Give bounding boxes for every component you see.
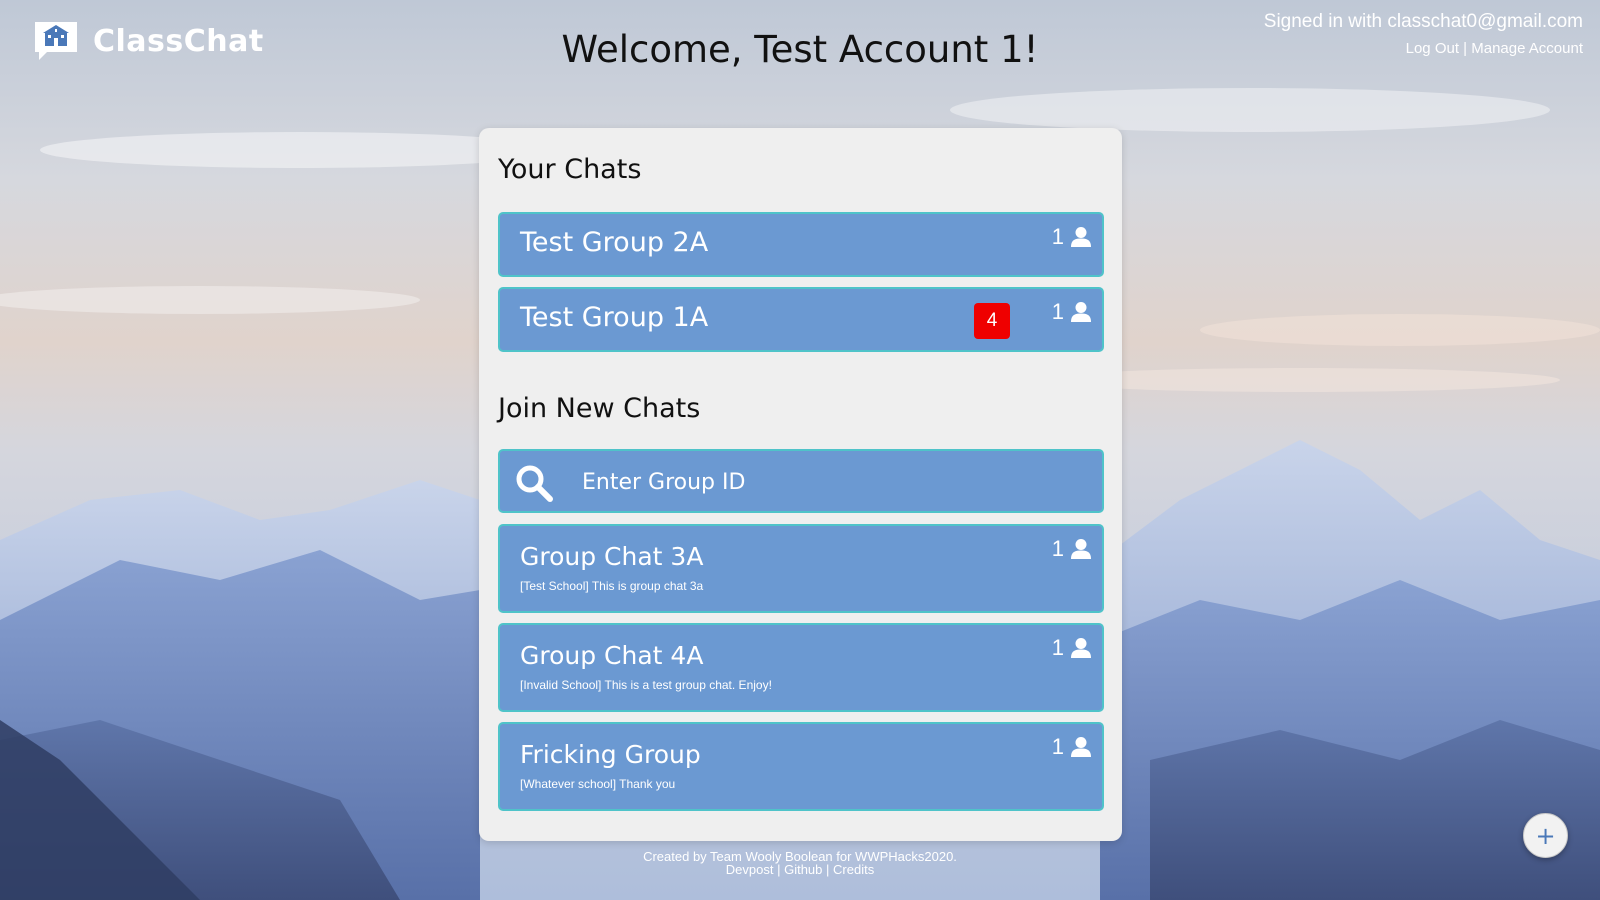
chat-item-group-chat-3a[interactable]: Group Chat 3A [Test School] This is grou… [498,524,1104,613]
chat-description: [Whatever school] Thank you [520,777,676,791]
github-link[interactable]: Github [784,862,822,877]
account-panel: Signed in with classchat0@gmail.com Log … [1264,10,1583,60]
chat-item-test-group-2a[interactable]: Test Group 2A 1 [498,212,1104,277]
logout-link[interactable]: Log Out [1406,40,1459,57]
member-count-value: 1 [1051,734,1064,759]
chat-description: [Test School] This is group chat 3a [520,579,704,593]
member-count-value: 1 [1051,635,1064,660]
account-links: Log Out | Manage Account [1264,38,1583,60]
footer-separator: | [777,862,781,877]
footer: Created by Team Wooly Boolean for WWPHac… [0,850,1600,876]
chat-name: Test Group 1A [520,302,709,333]
add-chat-button[interactable]: + [1523,813,1568,858]
member-count: 1 [1052,635,1092,661]
member-count-value: 1 [1051,299,1064,324]
your-chats-title: Your Chats [498,154,642,185]
footer-links: Devpost | Github | Credits [0,863,1600,876]
manage-account-link[interactable]: Manage Account [1471,40,1583,57]
chat-name: Test Group 2A [520,227,709,258]
chat-name: Fricking Group [520,740,701,769]
user-icon [1071,539,1091,559]
member-count: 1 [1052,536,1092,562]
chat-name: Group Chat 4A [520,641,704,670]
member-count: 1 [1052,224,1092,250]
user-icon [1071,227,1091,247]
user-icon [1071,737,1091,757]
member-count: 1 [1052,734,1092,760]
join-chats-title: Join New Chats [498,393,701,424]
chat-item-group-chat-4a[interactable]: Group Chat 4A [Invalid School] This is a… [498,623,1104,712]
chat-item-fricking-group[interactable]: Fricking Group [Whatever school] Thank y… [498,722,1104,811]
chat-description: [Invalid School] This is a test group ch… [520,678,772,692]
member-count-value: 1 [1051,224,1064,249]
footer-separator: | [826,862,830,877]
group-id-input[interactable] [580,459,1084,505]
search-icon [516,465,553,502]
member-count: 1 [1052,299,1092,325]
user-icon [1071,638,1091,658]
unread-badge: 4 [974,303,1010,339]
search-icon-container [514,463,554,507]
group-search-box [498,449,1104,513]
signed-in-text: Signed in with classchat0@gmail.com [1263,11,1583,32]
devpost-link[interactable]: Devpost [726,862,774,877]
chat-item-test-group-1a[interactable]: Test Group 1A 4 1 [498,287,1104,352]
credits-link[interactable]: Credits [833,862,874,877]
chat-name: Group Chat 3A [520,542,704,571]
link-separator: | [1463,40,1468,57]
user-icon [1071,302,1091,322]
member-count-value: 1 [1051,536,1064,561]
chats-card: Your Chats Test Group 2A 1 Test Group 1A… [479,128,1122,841]
